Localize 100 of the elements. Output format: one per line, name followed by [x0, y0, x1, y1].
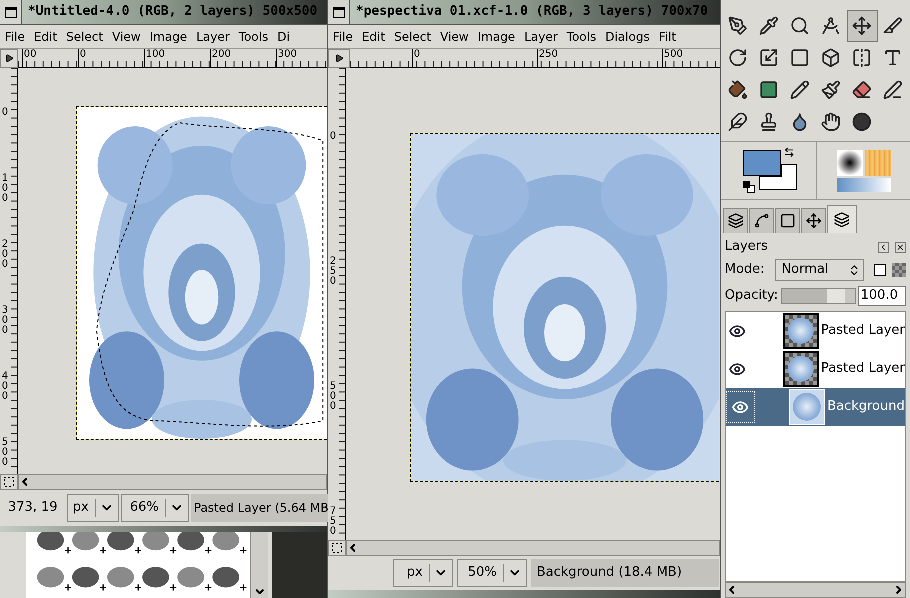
- feather-icon: [728, 112, 748, 132]
- menu-item[interactable]: View: [440, 28, 469, 46]
- menu-item[interactable]: Image: [478, 28, 516, 46]
- layer-name: Pasted Layer: [821, 360, 905, 378]
- menu-item[interactable]: Dialogs: [605, 28, 650, 46]
- dock-tab[interactable]: [723, 208, 748, 233]
- navigate-button[interactable]: [328, 49, 350, 68]
- foreground-color-swatch[interactable]: [743, 150, 781, 176]
- move-arrows-icon: [852, 16, 872, 36]
- menu-item[interactable]: Edit: [362, 28, 386, 46]
- mode-label: Mode:: [725, 261, 766, 280]
- dropdown[interactable]: px: [67, 494, 119, 522]
- menu-item[interactable]: Edit: [34, 28, 58, 46]
- dropdown[interactable]: 50%: [457, 559, 527, 587]
- menu-item[interactable]: Tools: [238, 28, 268, 46]
- horizontal-scrollbar[interactable]: [18, 474, 327, 490]
- magnifier-icon: [790, 16, 810, 36]
- window-title: *Untitled-4.0 (RGB, 2 layers) 500x500: [28, 3, 318, 22]
- menu-item[interactable]: File: [333, 28, 354, 46]
- ruler-label: 250: [538, 49, 560, 60]
- ruler-label: 200: [211, 49, 232, 60]
- opacity-label: Opacity:: [725, 287, 779, 306]
- mode-dropdown[interactable]: Normal: [774, 259, 864, 281]
- ruler-label: 00: [23, 49, 38, 60]
- ruler-label: 0: [413, 49, 422, 60]
- window-border: [268, 532, 272, 598]
- dashed-square-icon: [332, 543, 342, 553]
- horizontal-scrollbar[interactable]: [346, 540, 720, 556]
- square-icon: [780, 213, 796, 229]
- quick-mask-button[interactable]: [328, 540, 346, 556]
- brush-preview[interactable]: [837, 150, 863, 176]
- play-icon: [334, 54, 344, 63]
- eye-icon: [729, 322, 746, 340]
- visibility-toggle[interactable]: [726, 391, 756, 423]
- menu-item[interactable]: Layer: [524, 28, 558, 46]
- opacity-slider-fill[interactable]: [782, 289, 845, 303]
- opacity-field[interactable]: 100.0: [858, 286, 906, 306]
- menu-item[interactable]: File: [5, 28, 26, 46]
- scale-icon: [758, 48, 779, 68]
- menu-item[interactable]: View: [112, 28, 141, 46]
- window-title: *pespectiva 01.xcf-1.0 (RGB, 3 layers) 700x70: [356, 3, 708, 22]
- square-icon: [790, 48, 810, 68]
- dock-tab[interactable]: [827, 205, 857, 233]
- horizontal-scrollbar[interactable]: [725, 582, 906, 598]
- layer-row[interactable]: Background: [726, 388, 905, 426]
- lock-checkbox[interactable]: [874, 264, 886, 276]
- swap-colors-icon[interactable]: [784, 147, 795, 158]
- window-menu-button[interactable]: [0, 0, 22, 24]
- menu-item[interactable]: Filt: [658, 28, 676, 46]
- ruler-label: 300: [2, 306, 10, 336]
- ruler-label: 400: [2, 372, 10, 402]
- menu-item[interactable]: Image: [150, 28, 188, 46]
- default-colors-icon[interactable]: [743, 181, 755, 193]
- stack-icon: [834, 212, 850, 228]
- ruler-label: 100: [145, 49, 166, 60]
- pointer-coordinates: 373, 19: [7, 499, 59, 518]
- window-icon: [332, 6, 344, 18]
- menu-item[interactable]: Select: [394, 28, 432, 46]
- layer-name: Pasted Layer: [821, 322, 905, 340]
- tool-button[interactable]: [846, 10, 878, 42]
- layer-status: Pasted Layer (5.64 MB: [191, 494, 329, 522]
- background-color-swatch[interactable]: [759, 164, 797, 190]
- cube-icon: [820, 48, 841, 68]
- menu-item[interactable]: Select: [66, 28, 104, 46]
- layer-name: Background: [827, 398, 905, 416]
- menu-item[interactable]: Layer: [196, 28, 230, 46]
- vertical-scrollbar[interactable]: [250, 532, 268, 598]
- eye-icon: [732, 398, 750, 416]
- eraser-icon: [852, 80, 872, 100]
- dock-tab[interactable]: [749, 208, 774, 233]
- menu-item[interactable]: Tools: [566, 28, 596, 46]
- pencil-icon: [790, 80, 810, 100]
- dashed-square-icon: [4, 477, 14, 487]
- dock-tab[interactable]: [775, 208, 800, 233]
- eye-icon: [729, 360, 746, 378]
- window-panel: [0, 532, 26, 598]
- ruler-label: 250: [330, 257, 338, 287]
- navigate-button[interactable]: [0, 49, 18, 68]
- curve-icon: [754, 213, 770, 229]
- window-menu-button[interactable]: [328, 0, 350, 24]
- close-icon[interactable]: [895, 242, 906, 252]
- checkerboard-icon: [892, 263, 906, 277]
- ruler-label: 300: [277, 49, 298, 60]
- panel-title: Layers: [725, 238, 770, 256]
- ruler-label: 750: [330, 507, 338, 537]
- ruler-label: 500: [2, 438, 10, 468]
- ruler-label: 500: [330, 382, 338, 412]
- paintbrush-icon: [820, 80, 841, 100]
- dropdown[interactable]: px: [393, 559, 453, 587]
- rotate-icon: [728, 48, 748, 68]
- circle-icon: [852, 112, 872, 132]
- eyedropper-icon: [758, 16, 779, 36]
- compass-icon: [820, 16, 841, 36]
- dropdown[interactable]: 66%: [121, 494, 189, 522]
- quick-mask-button[interactable]: [0, 474, 18, 490]
- text-icon: [883, 48, 904, 68]
- panel-menu-icon[interactable]: [878, 242, 889, 252]
- stamp-icon: [758, 112, 779, 132]
- dock-tab[interactable]: [801, 208, 826, 233]
- menu-item[interactable]: Di: [277, 28, 290, 46]
